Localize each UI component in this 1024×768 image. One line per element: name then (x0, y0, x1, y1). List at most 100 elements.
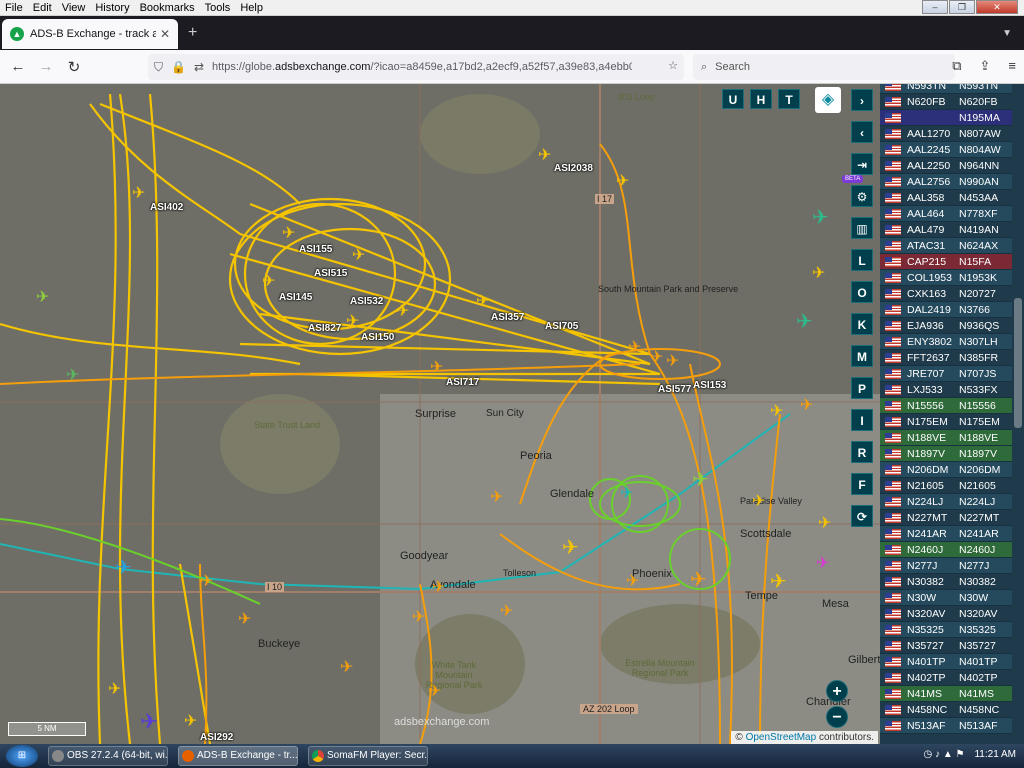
t-button[interactable]: T (778, 89, 800, 109)
table-row[interactable]: N2460J N2460J (880, 542, 1024, 558)
aircraft-label-asi2038[interactable]: ASI2038 (554, 163, 593, 174)
back-icon[interactable]: ← (4, 58, 32, 75)
aircraft-label-asi532[interactable]: ASI532 (350, 296, 383, 307)
menu-bookmarks[interactable]: Bookmarks (135, 2, 200, 14)
l-button[interactable]: L (851, 249, 873, 271)
aircraft-icon[interactable]: ✈ (184, 714, 197, 730)
m-button[interactable]: M (851, 345, 873, 367)
search-input[interactable]: ⌕ Search (693, 54, 955, 80)
aircraft-icon[interactable]: ✈ (396, 304, 409, 320)
aircraft-label-asi402[interactable]: ASI402 (150, 202, 183, 213)
table-row[interactable]: AAL2250 N964NN (880, 158, 1024, 174)
table-row[interactable]: N458NC N458NC (880, 702, 1024, 718)
aircraft-icon[interactable]: ✈ (650, 350, 663, 366)
table-row[interactable]: DAL2419 N3766 (880, 302, 1024, 318)
aircraft-icon[interactable]: ✈ (132, 186, 145, 202)
aircraft-icon[interactable]: ✈ (562, 538, 579, 558)
table-row[interactable]: N41MS N41MS (880, 686, 1024, 702)
table-row[interactable]: N35325 N35325 (880, 622, 1024, 638)
taskbar-item-chrome[interactable]: SomaFM Player: Secr... (308, 746, 428, 766)
aircraft-icon[interactable]: ✈ (428, 684, 441, 700)
map-canvas[interactable]: 303 Loop State Trust Land White Tank Mou… (0, 84, 880, 744)
close-tab-icon[interactable]: ✕ (160, 27, 170, 41)
zoom-in-icon[interactable]: + (826, 680, 848, 702)
table-row[interactable]: N15556 N15556 (880, 398, 1024, 414)
aircraft-icon[interactable]: ✈ (200, 574, 213, 590)
table-row[interactable]: AAL1270 N807AW (880, 126, 1024, 142)
aircraft-icon[interactable]: ✈ (812, 266, 825, 282)
aircraft-label-asi150[interactable]: ASI150 (361, 332, 394, 343)
k-button[interactable]: K (851, 313, 873, 335)
aircraft-label-asi717[interactable]: ASI717 (446, 377, 479, 388)
aircraft-icon[interactable]: ✈ (352, 248, 365, 264)
taskbar-item-obs[interactable]: OBS 27.2.4 (64-bit, wi... (48, 746, 168, 766)
table-row[interactable]: ENY3802 N307LH (880, 334, 1024, 350)
aircraft-icon[interactable]: ✈ (770, 404, 783, 420)
menu-tools[interactable]: Tools (200, 2, 236, 14)
table-row[interactable]: N593TN N593TN (880, 84, 1024, 94)
table-row[interactable]: EJA936 N936QS (880, 318, 1024, 334)
menu-file[interactable]: File (0, 2, 28, 14)
menu-history[interactable]: History (90, 2, 134, 14)
aircraft-icon[interactable]: ✈ (628, 340, 641, 356)
menu-edit[interactable]: Edit (28, 2, 57, 14)
aircraft-icon[interactable]: ✈ (616, 174, 629, 190)
table-row[interactable]: N277J N277J (880, 558, 1024, 574)
table-row[interactable]: N35727 N35727 (880, 638, 1024, 654)
table-row[interactable]: N224LJ N224LJ (880, 494, 1024, 510)
aircraft-icon[interactable]: ✈ (115, 558, 132, 578)
aircraft-icon[interactable]: ✈ (692, 470, 709, 490)
table-row[interactable]: N175EM N175EM (880, 414, 1024, 430)
reload-icon[interactable]: ↻ (60, 58, 88, 76)
settings-icon[interactable]: ⚙ (851, 185, 873, 207)
replay-icon[interactable]: ⟳ (851, 505, 873, 527)
menu-help[interactable]: Help (235, 2, 268, 14)
table-row[interactable]: N30382 N30382 (880, 574, 1024, 590)
aircraft-icon[interactable]: ✈ (816, 556, 829, 572)
share-icon[interactable]: ⇪ (980, 58, 991, 74)
table-row[interactable]: CAP215 N15FA (880, 254, 1024, 270)
table-row[interactable]: FFT2637 N385FR (880, 350, 1024, 366)
table-row[interactable]: N513AF N513AF (880, 718, 1024, 734)
tracking-protection-icon[interactable]: ⛉ (154, 60, 163, 75)
collapse-icon[interactable]: ‹ (851, 121, 873, 143)
aircraft-icon[interactable]: ✈ (620, 486, 633, 502)
close-button[interactable]: ✕ (976, 0, 1018, 14)
aircraft-label-asi357[interactable]: ASI357 (491, 312, 524, 323)
table-row[interactable]: N401TP N401TP (880, 654, 1024, 670)
h-button[interactable]: H (750, 89, 772, 109)
lock-icon[interactable]: 🔒 (171, 60, 186, 74)
r-button[interactable]: R (851, 441, 873, 463)
aircraft-label-asi827[interactable]: ASI827 (308, 323, 341, 334)
aircraft-icon[interactable]: ✈ (500, 604, 513, 620)
aircraft-icon[interactable]: ✈ (262, 274, 275, 290)
table-row[interactable]: AAL2756 N990AN (880, 174, 1024, 190)
table-scrollbar[interactable] (1012, 84, 1024, 744)
aircraft-icon[interactable]: ✈ (282, 226, 295, 242)
aircraft-label-asi515[interactable]: ASI515 (314, 268, 347, 279)
table-row[interactable]: COL1953 N1953K (880, 270, 1024, 286)
table-row[interactable]: ATAC31 N624AX (880, 238, 1024, 254)
table-row[interactable]: N206DM N206DM (880, 462, 1024, 478)
aircraft-icon[interactable]: ✈ (412, 610, 425, 626)
aircraft-icon[interactable]: ✈ (340, 660, 353, 676)
forward-icon[interactable]: → (32, 58, 60, 75)
start-button[interactable]: ⊞ (6, 745, 38, 767)
aircraft-icon[interactable]: ✈ (432, 580, 445, 596)
aircraft-label-asi705[interactable]: ASI705 (545, 321, 578, 332)
menu-icon[interactable]: ≡ (1008, 58, 1016, 74)
table-row[interactable]: AAL479 N419AN (880, 222, 1024, 238)
table-row[interactable]: N30W N30W (880, 590, 1024, 606)
aircraft-icon[interactable]: ✈ (108, 682, 121, 698)
osm-link[interactable]: OpenStreetMap (746, 732, 817, 743)
table-row[interactable]: N320AV N320AV (880, 606, 1024, 622)
aircraft-icon[interactable]: ✈ (666, 354, 679, 370)
tray-icons[interactable]: ◷ ♪ ▲ ⚑ (924, 749, 965, 760)
restore-button[interactable]: ❐ (949, 0, 975, 14)
table-row[interactable]: N188VE N188VE (880, 430, 1024, 446)
aircraft-label-asi153[interactable]: ASI153 (693, 380, 726, 391)
permissions-icon[interactable]: ⇄ (194, 60, 204, 74)
aircraft-icon[interactable]: ✈ (818, 516, 831, 532)
table-row[interactable]: N241AR N241AR (880, 526, 1024, 542)
aircraft-icon[interactable]: ✈ (66, 368, 79, 384)
